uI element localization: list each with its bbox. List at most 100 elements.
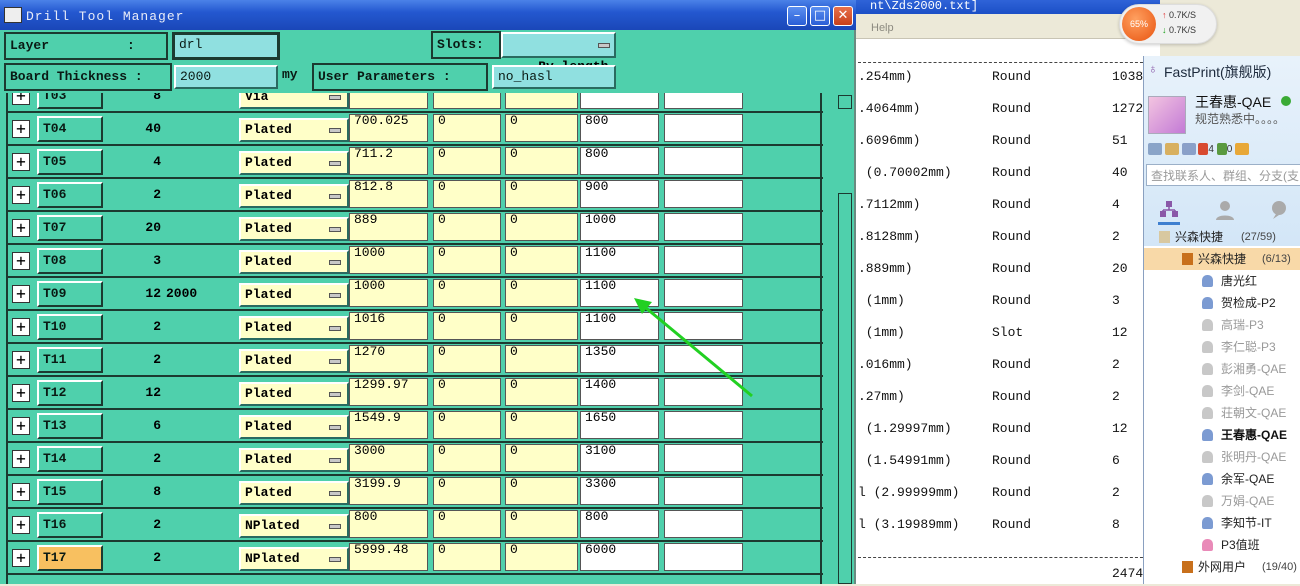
tolerance-minus-field[interactable]: 0 xyxy=(505,411,578,439)
tolerance-plus-field[interactable]: 0 xyxy=(433,279,501,307)
mail-icon[interactable] xyxy=(1181,143,1196,156)
tolerance-plus-field[interactable]: 0 xyxy=(433,543,501,571)
notes-field[interactable] xyxy=(664,477,743,505)
drill-size-field[interactable]: 1100 xyxy=(580,312,659,340)
drill-size-field[interactable]: 6000 xyxy=(580,543,659,571)
tool-type-dropdown[interactable]: Plated xyxy=(239,415,349,439)
drill-size-field[interactable]: 1100 xyxy=(580,246,659,274)
contact-item[interactable]: 张明丹-QAE xyxy=(1144,446,1300,468)
net-speed-widget[interactable]: 65% ↑ 0.7K/S ↓ 0.7K/S xyxy=(1119,4,1217,44)
tolerance-minus-field[interactable]: 0 xyxy=(505,246,578,274)
contact-item[interactable]: 王春惠-QAE xyxy=(1144,424,1300,446)
contact-item[interactable]: 余军-QAE xyxy=(1144,468,1300,490)
tool-type-dropdown[interactable]: Plated xyxy=(239,184,349,208)
drill-size-field[interactable]: 800 xyxy=(580,114,659,142)
finished-size-field[interactable]: 711.2 xyxy=(349,147,428,175)
drill-size-field[interactable]: 1350 xyxy=(580,345,659,373)
expand-icon[interactable]: + xyxy=(12,516,30,534)
notes-field[interactable] xyxy=(664,180,743,208)
notes-field[interactable] xyxy=(664,246,743,274)
tab-contacts[interactable] xyxy=(1214,200,1236,222)
notes-field[interactable] xyxy=(664,510,743,538)
tool-button[interactable]: T13 xyxy=(37,413,103,439)
contact-item[interactable]: 唐光红 xyxy=(1144,270,1300,292)
finished-size-field[interactable]: 5999.48 xyxy=(349,543,428,571)
tool-button[interactable]: T07 xyxy=(37,215,103,241)
tolerance-minus-field[interactable]: 0 xyxy=(505,345,578,373)
printer-icon[interactable] xyxy=(1148,143,1162,156)
expand-icon[interactable]: + xyxy=(12,384,30,402)
avatar[interactable] xyxy=(1148,96,1186,134)
notes-field[interactable] xyxy=(664,312,743,340)
tolerance-minus-field[interactable]: 0 xyxy=(505,114,578,142)
drill-size-field[interactable]: 550 xyxy=(580,93,659,109)
vertical-scrollbar[interactable] xyxy=(836,93,854,584)
tolerance-minus-field[interactable]: 0 xyxy=(505,213,578,241)
contact-item[interactable]: 高瑞-P3 xyxy=(1144,314,1300,336)
close-button[interactable]: ✕ xyxy=(833,6,853,26)
tolerance-plus-field[interactable]: 0 xyxy=(433,114,501,142)
finished-size-field[interactable]: 1000 xyxy=(349,246,428,274)
layer-input[interactable]: drl xyxy=(172,32,280,60)
tolerance-plus-field[interactable]: 0 xyxy=(433,180,501,208)
expand-icon[interactable]: + xyxy=(12,186,30,204)
drill-size-field[interactable]: 3300 xyxy=(580,477,659,505)
finished-size-field[interactable]: 889 xyxy=(349,213,428,241)
tool-button[interactable]: T05 xyxy=(37,149,103,175)
tree-group[interactable]: 兴森快捷 (6/13) xyxy=(1144,248,1300,270)
tool-type-dropdown[interactable]: Plated xyxy=(239,349,349,373)
finished-size-field[interactable]: 3199.9 xyxy=(349,477,428,505)
finished-size-field[interactable]: 3000 xyxy=(349,444,428,472)
tolerance-minus-field[interactable]: 0 xyxy=(505,93,578,109)
notes-field[interactable] xyxy=(664,93,743,109)
drill-size-field[interactable]: 900 xyxy=(580,180,659,208)
tolerance-plus-field[interactable]: 0 xyxy=(433,444,501,472)
tool-button[interactable]: T04 xyxy=(37,116,103,142)
drill-size-field[interactable]: 1100 xyxy=(580,279,659,307)
scroll-up-arrow-icon[interactable] xyxy=(838,95,852,109)
user-parameters-input[interactable]: no_hasl xyxy=(492,65,616,89)
slots-dropdown[interactable]: By length xyxy=(501,32,616,74)
contact-item[interactable]: 李仁聪-P3 xyxy=(1144,336,1300,358)
drill-size-field[interactable]: 800 xyxy=(580,510,659,538)
finished-size-field[interactable]: 609.6 xyxy=(349,93,428,109)
mailbox-icon[interactable] xyxy=(1164,143,1179,156)
tool-type-dropdown[interactable]: Plated xyxy=(239,250,349,274)
finished-size-field[interactable]: 1270 xyxy=(349,345,428,373)
tree-external[interactable]: 外网用户 (19/40) xyxy=(1144,556,1300,578)
tolerance-minus-field[interactable]: 0 xyxy=(505,510,578,538)
file-icon[interactable] xyxy=(1216,143,1227,156)
drill-size-field[interactable]: 1650 xyxy=(580,411,659,439)
tool-type-dropdown[interactable]: NPlated xyxy=(239,514,349,538)
contact-item[interactable]: 李剑-QAE xyxy=(1144,380,1300,402)
minimize-button[interactable]: – xyxy=(787,6,807,26)
drill-size-field[interactable]: 3100 xyxy=(580,444,659,472)
tolerance-minus-field[interactable]: 0 xyxy=(505,180,578,208)
expand-icon[interactable]: + xyxy=(12,285,30,303)
expand-icon[interactable]: + xyxy=(12,351,30,369)
maximize-button[interactable]: □ xyxy=(810,6,830,26)
tool-button[interactable]: T12 xyxy=(37,380,103,406)
notes-field[interactable] xyxy=(664,114,743,142)
mail-toolbar[interactable]: 4 0 xyxy=(1148,142,1250,158)
contact-item[interactable]: 李知节-IT xyxy=(1144,512,1300,534)
notes-field[interactable] xyxy=(664,411,743,439)
tolerance-minus-field[interactable]: 0 xyxy=(505,543,578,571)
expand-icon[interactable]: + xyxy=(12,318,30,336)
tab-groups[interactable] xyxy=(1268,200,1290,222)
expand-icon[interactable]: + xyxy=(12,450,30,468)
tolerance-plus-field[interactable]: 0 xyxy=(433,477,501,505)
tool-button[interactable]: T10 xyxy=(37,314,103,340)
tolerance-minus-field[interactable]: 0 xyxy=(505,444,578,472)
tool-button[interactable]: T09 xyxy=(37,281,103,307)
tool-type-dropdown[interactable]: Plated xyxy=(239,151,349,175)
board-thickness-input[interactable]: 2000 xyxy=(174,65,278,89)
finished-size-field[interactable]: 812.8 xyxy=(349,180,428,208)
tab-organization[interactable] xyxy=(1158,200,1180,225)
tool-type-dropdown[interactable]: Plated xyxy=(239,316,349,340)
tool-button[interactable]: T16 xyxy=(37,512,103,538)
tool-type-dropdown[interactable]: NPlated xyxy=(239,547,349,571)
expand-icon[interactable]: + xyxy=(12,483,30,501)
tolerance-plus-field[interactable]: 0 xyxy=(433,147,501,175)
expand-icon[interactable]: + xyxy=(12,153,30,171)
